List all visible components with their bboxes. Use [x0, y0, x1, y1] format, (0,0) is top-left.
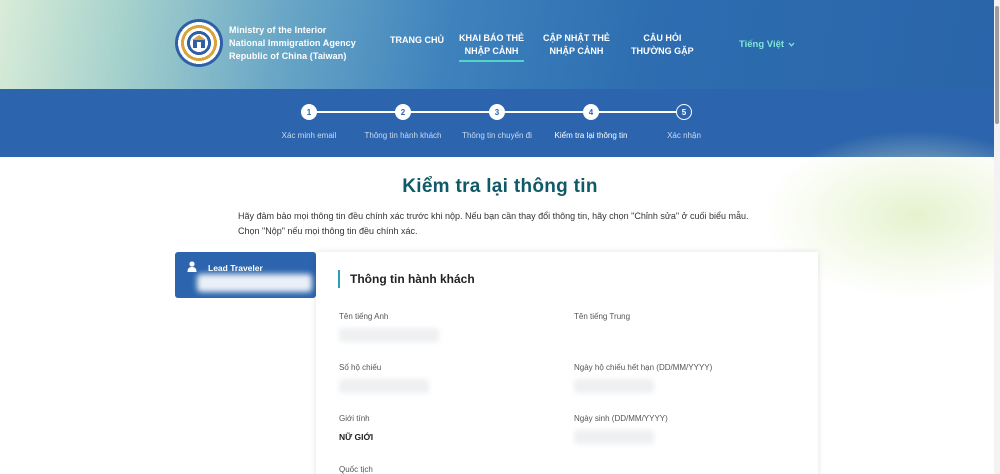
chevron-down-icon [788, 42, 795, 47]
agency-line-3: Republic of China (Taiwan) [229, 50, 347, 61]
step-5-label: Xác nhận [667, 131, 701, 140]
agency-emblem-icon [175, 19, 223, 67]
chinese-name-label: Tên tiếng Trung [574, 312, 631, 321]
step-2-circle: 2 [395, 104, 411, 120]
review-instructions: Hãy đảm bảo mọi thông tin đều chính xác … [238, 211, 749, 236]
agency-line-2: National Immigration Agency [229, 37, 356, 48]
nav-faq-line-1: CÂU HỎI [643, 33, 682, 43]
language-label: Tiếng Việt [739, 39, 785, 50]
nav-update-line-2: NHẬP CẢNH [549, 46, 604, 56]
nav-faq[interactable]: CÂU HỎI THƯỜNG GẶP [631, 32, 694, 58]
passport-number-value-redacted [339, 379, 429, 393]
english-name-value-redacted [339, 328, 439, 342]
site-header: Ministry of the Interior National Immigr… [0, 0, 1000, 89]
nationality-label: Quốc tịch [339, 465, 373, 474]
step-1-label: Xác minh email [281, 131, 337, 140]
language-selector[interactable]: Tiếng Việt [739, 39, 795, 50]
traveler-name-redacted [197, 274, 312, 292]
agency-logo-link[interactable]: Ministry of the Interior National Immigr… [175, 19, 356, 67]
nav-declare-line-1: KHAI BÁO THẺ [459, 33, 524, 43]
gender-label: Giới tính [339, 414, 370, 423]
step-5-circle: 5 [676, 104, 692, 120]
step-1-circle: 1 [301, 104, 317, 120]
user-icon [187, 261, 197, 272]
nav-home[interactable]: TRANG CHỦ [390, 34, 444, 47]
step-3-label: Thông tin chuyến đi [462, 131, 532, 140]
passport-number-label: Số hộ chiếu [339, 363, 382, 372]
scrollbar-thumb[interactable] [995, 6, 999, 124]
page-scrollbar[interactable] [994, 0, 1000, 474]
section-title: Thông tin hành khách [338, 270, 475, 288]
nav-update-arrival-card[interactable]: CẬP NHẬT THẺ NHẬP CẢNH [543, 32, 610, 58]
step-4-label: Kiểm tra lại thông tin [554, 131, 628, 140]
nav-faq-line-2: THƯỜNG GẶP [631, 46, 694, 56]
passport-expiry-label: Ngày hộ chiếu hết hạn (DD/MM/YYYY) [574, 363, 713, 372]
english-name-label: Tên tiếng Anh [339, 312, 389, 321]
nav-declare-arrival-card[interactable]: KHAI BÁO THẺ NHẬP CẢNH [459, 32, 524, 62]
passenger-info-panel: Thông tin hành khách Tên tiếng Anh Tên t… [316, 252, 818, 474]
passport-expiry-value-redacted [574, 379, 654, 393]
birth-date-label: Ngày sinh (DD/MM/YYYY) [574, 414, 668, 423]
gender-value: NỮ GIỚI [339, 432, 374, 442]
step-2-label: Thông tin hành khách [364, 131, 442, 140]
step-4-circle: 4 [583, 104, 599, 120]
agency-line-1: Ministry of the Interior [229, 24, 327, 35]
page-title: Kiểm tra lại thông tin [402, 176, 598, 197]
birth-date-value-redacted [574, 430, 654, 444]
agency-name: Ministry of the Interior National Immigr… [229, 24, 356, 63]
lead-traveler-label: Lead Traveler [208, 263, 263, 273]
nav-declare-line-2: NHẬP CẢNH [464, 46, 519, 56]
nav-home-label: TRANG CHỦ [390, 35, 444, 45]
nav-update-line-1: CẬP NHẬT THẺ [543, 33, 610, 43]
lead-traveler-card[interactable]: Lead Traveler [175, 252, 316, 298]
step-3-circle: 3 [489, 104, 505, 120]
